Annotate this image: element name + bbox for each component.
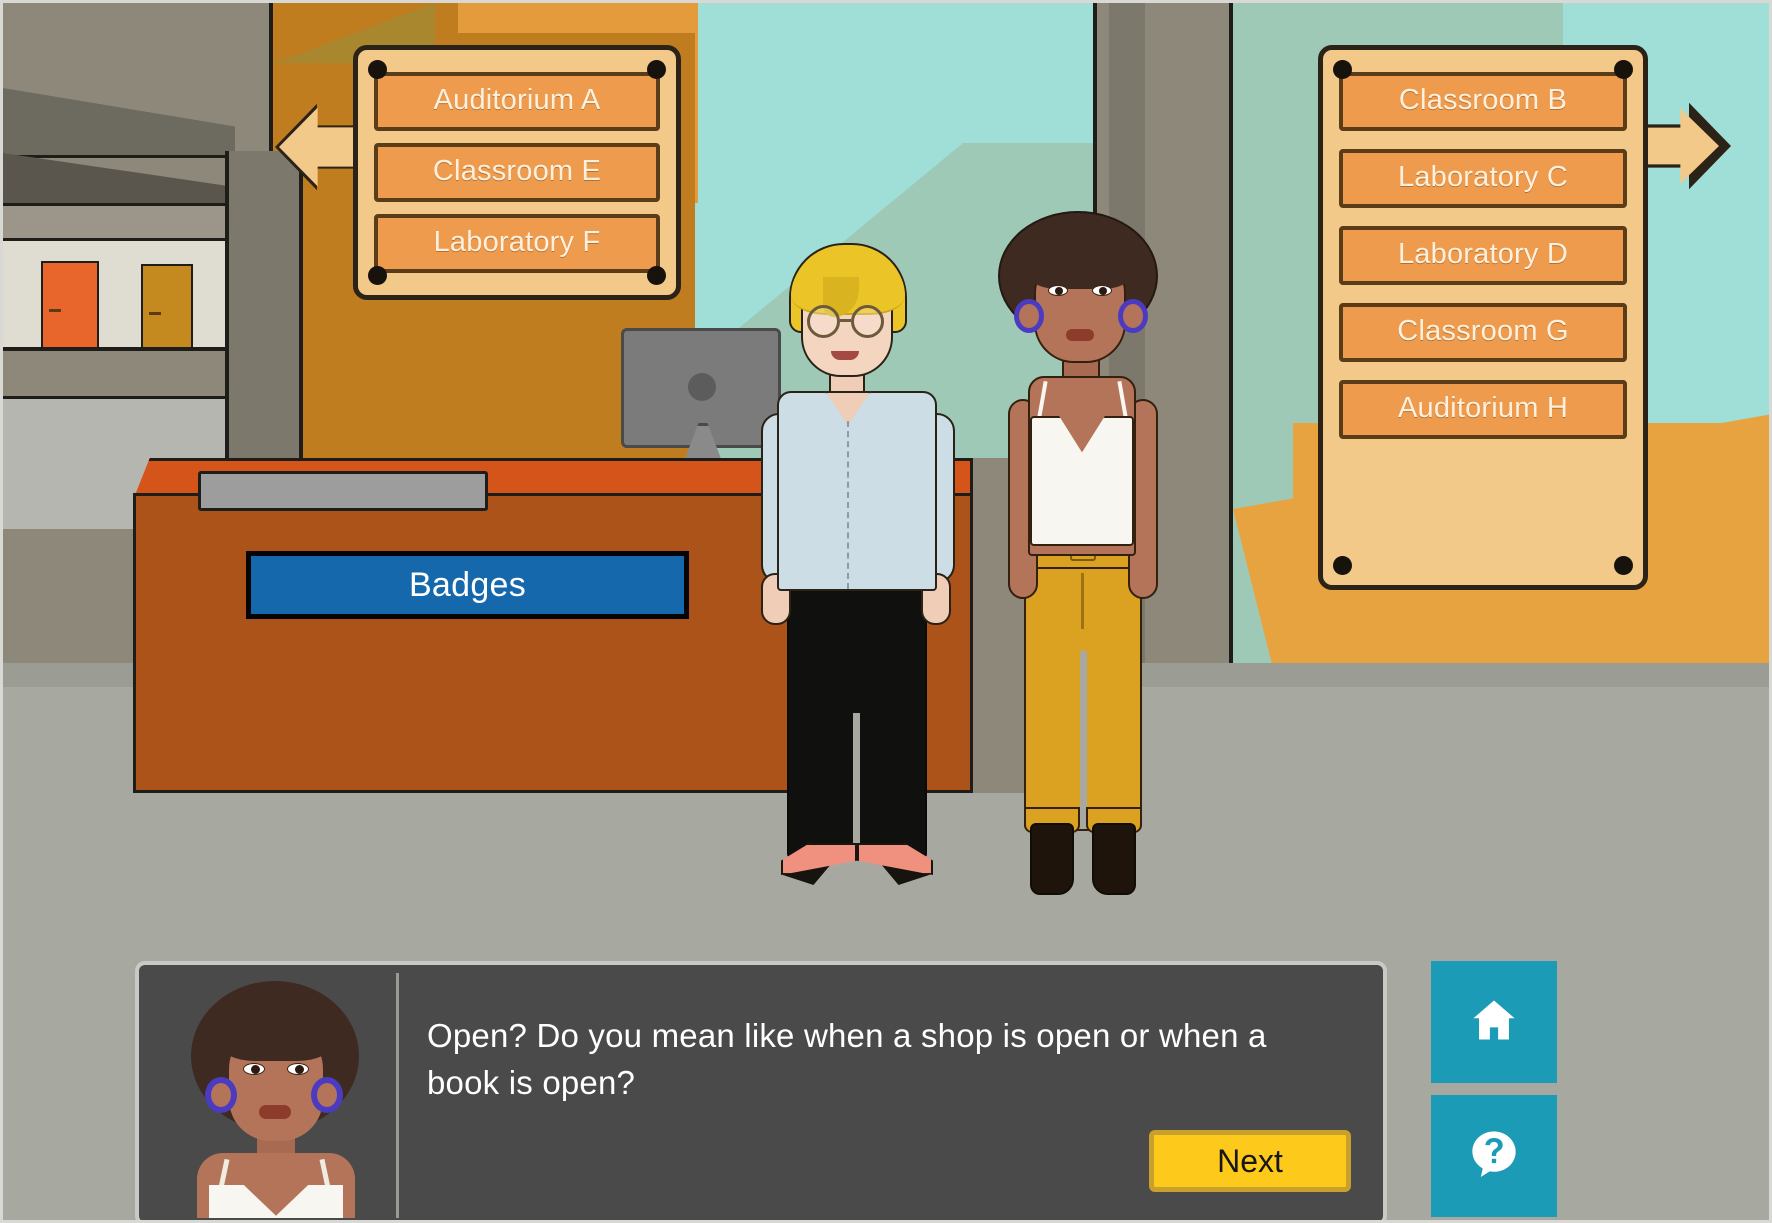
visitor-boot-right [1092, 823, 1136, 895]
locker-door-orange [41, 261, 99, 349]
dialogue-text: Open? Do you mean like when a shop is op… [427, 1017, 1267, 1101]
home-button[interactable] [1431, 961, 1557, 1083]
screw-icon [368, 266, 387, 285]
locker-door-gold [141, 264, 193, 349]
sign-row-classroom-b[interactable]: Classroom B [1339, 72, 1627, 131]
glasses-lens-right-icon [851, 305, 884, 338]
sign-row-classroom-g[interactable]: Classroom G [1339, 303, 1627, 362]
next-button[interactable]: Next [1149, 1130, 1351, 1192]
visitor-hair-front [1026, 233, 1134, 289]
visitor-trouser-seam [1081, 573, 1084, 629]
visitor-mouth [1066, 329, 1094, 341]
question-mark-icon [1468, 1128, 1520, 1185]
visitor-earring-right [1118, 299, 1148, 333]
visitor-leg-gap [1080, 651, 1087, 829]
sign-row-classroom-e[interactable]: Classroom E [374, 143, 660, 202]
avatar-earring-left [205, 1077, 237, 1113]
visitor-pupil-right [1099, 287, 1107, 295]
avatar-pupil-left [251, 1065, 260, 1074]
receptionist-shirt-placket [847, 421, 849, 589]
left-direction-sign[interactable]: Auditorium A Classroom E Laboratory F [353, 45, 681, 300]
left-building-band [3, 203, 225, 241]
sign-row-laboratory-f[interactable]: Laboratory F [374, 214, 660, 273]
right-direction-sign[interactable]: Classroom B Laboratory C Laboratory D Cl… [1318, 45, 1648, 590]
visitor-pupil-left [1055, 287, 1063, 295]
screw-icon [1614, 556, 1633, 575]
screw-icon [647, 60, 666, 79]
desk-tray [198, 471, 488, 511]
character-receptionist[interactable] [761, 243, 955, 908]
sign-row-laboratory-d[interactable]: Laboratory D [1339, 226, 1627, 285]
receptionist-leg-gap [853, 713, 860, 863]
screw-icon [1614, 60, 1633, 79]
glasses-lens-left-icon [807, 305, 840, 338]
badges-button[interactable]: Badges [246, 551, 689, 619]
visitor-boot-left [1030, 823, 1074, 895]
sign-row-auditorium-h[interactable]: Auditorium H [1339, 380, 1627, 439]
character-visitor[interactable] [988, 211, 1178, 911]
left-building-lower-band [3, 351, 225, 399]
monitor-screen-dot [688, 373, 716, 401]
avatar-pupil-right [295, 1065, 304, 1074]
glasses-bridge-icon [840, 319, 851, 322]
help-button[interactable] [1431, 1095, 1557, 1217]
dialogue-body: Open? Do you mean like when a shop is op… [399, 973, 1375, 1214]
screw-icon [647, 266, 666, 285]
sign-row-auditorium-a[interactable]: Auditorium A [374, 72, 660, 131]
screw-icon [368, 60, 387, 79]
game-screen: Auditorium A Classroom E Laboratory F Cl… [0, 0, 1772, 1223]
sign-row-laboratory-c[interactable]: Laboratory C [1339, 149, 1627, 208]
avatar-earring-right [311, 1077, 343, 1113]
avatar-mouth [259, 1105, 291, 1119]
receptionist-shirt [777, 391, 937, 591]
speaker-avatar [147, 973, 399, 1218]
dialogue-panel: Open? Do you mean like when a shop is op… [135, 961, 1387, 1220]
home-icon [1468, 994, 1520, 1051]
visitor-earring-left [1014, 299, 1044, 333]
screw-icon [1333, 556, 1352, 575]
avatar-hair-front [219, 1003, 333, 1061]
screw-icon [1333, 60, 1352, 79]
